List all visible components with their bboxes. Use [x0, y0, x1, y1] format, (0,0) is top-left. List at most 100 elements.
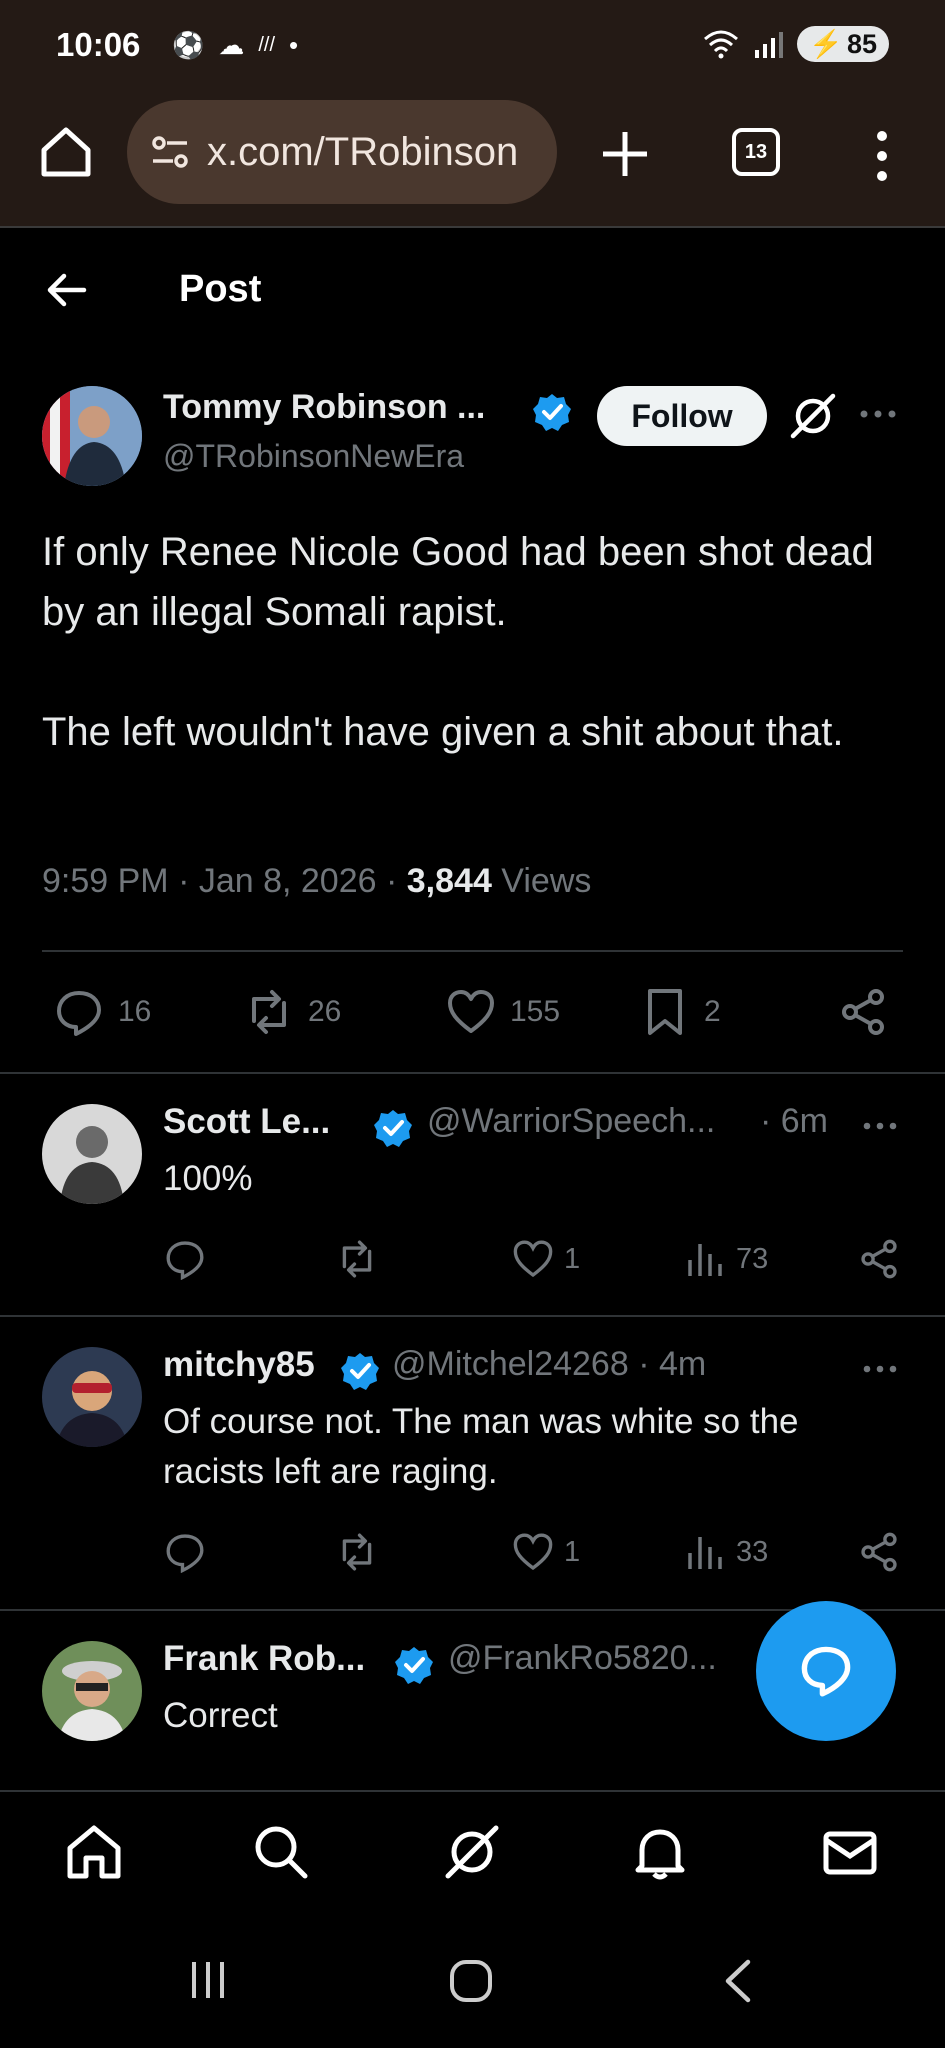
- reply-avatar[interactable]: [42, 1104, 142, 1204]
- grok-icon[interactable]: [440, 1820, 504, 1884]
- grok-icon[interactable]: [787, 390, 839, 442]
- author-handle[interactable]: @TRobinsonNewEra: [163, 438, 464, 475]
- more-options-icon[interactable]: [862, 1359, 898, 1379]
- reply-author-name[interactable]: mitchy85: [163, 1345, 315, 1385]
- reply-time: · 6m: [760, 1102, 828, 1140]
- bottom-navigation: [0, 1790, 945, 1920]
- reply-author-handle[interactable]: @Mitchel24268 · 4m: [392, 1345, 706, 1384]
- views-button[interactable]: 73: [684, 1238, 768, 1280]
- author-avatar[interactable]: [42, 386, 142, 486]
- post-actions: 16 26 155 2: [0, 962, 945, 1062]
- charging-icon: ⚡: [809, 29, 843, 59]
- reply-avatar[interactable]: [42, 1641, 142, 1741]
- heart-icon: [513, 1240, 553, 1278]
- like-button[interactable]: 155: [446, 962, 560, 1062]
- follow-button[interactable]: Follow: [597, 386, 767, 446]
- verified-badge-icon: [395, 1647, 433, 1684]
- system-navigation: [0, 1920, 945, 2048]
- system-home-icon[interactable]: [448, 1958, 494, 2004]
- messages-envelope-icon[interactable]: [818, 1820, 882, 1884]
- new-tab-icon[interactable]: [597, 126, 653, 182]
- bookmark-button[interactable]: 2: [640, 962, 721, 1062]
- dot-icon: •: [289, 30, 299, 60]
- reply-button[interactable]: [164, 1531, 206, 1573]
- post-timestamp[interactable]: 9:59 PM · Jan 8, 2026 ·: [42, 862, 407, 900]
- reply-author-handle[interactable]: @FrankRo5820...: [448, 1639, 717, 1678]
- site-settings-icon[interactable]: [145, 127, 195, 177]
- reply-item[interactable]: mitchy85 @Mitchel24268 · 4m Of course no…: [0, 1317, 945, 1607]
- address-bar[interactable]: x.com/TRobinson: [127, 100, 557, 204]
- share-button[interactable]: [838, 962, 888, 1062]
- browser-chrome: 10:06 ⚽ ☁ /// • ⚡ 85 x.com/TRobinson 13: [0, 0, 945, 228]
- reply-author-name[interactable]: Scott Le...: [163, 1102, 330, 1142]
- author-name[interactable]: Tommy Robinson ...: [163, 388, 485, 427]
- status-bar: 10:06 ⚽ ☁ /// • ⚡ 85: [0, 0, 945, 96]
- status-right: ⚡ 85: [703, 26, 889, 62]
- reply-icon: [801, 1646, 851, 1697]
- avatar-image: [42, 386, 142, 486]
- heart-icon: [448, 990, 494, 1033]
- analytics-icon: [688, 1537, 722, 1569]
- avatar-image: [42, 1347, 142, 1447]
- search-icon[interactable]: [249, 1820, 313, 1884]
- compose-reply-button[interactable]: [756, 1601, 896, 1741]
- reply-item[interactable]: Scott Le... @WarriorSpeech... · 6m 100% …: [0, 1074, 945, 1314]
- reply-author-handle[interactable]: @WarriorSpeech...: [427, 1102, 715, 1141]
- repost-icon: [342, 1240, 372, 1278]
- reply-icon: [166, 1534, 204, 1573]
- reply-icon: [166, 1241, 204, 1280]
- like-button[interactable]: 1: [512, 1531, 580, 1573]
- system-back-icon[interactable]: [718, 1958, 758, 2004]
- reply-button[interactable]: [164, 1238, 206, 1280]
- url-row: x.com/TRobinson 13: [0, 100, 945, 210]
- reply-text: 100%: [163, 1159, 253, 1198]
- reply-count: 16: [118, 995, 152, 1028]
- share-icon: [842, 989, 884, 1035]
- reply-text: Of course not. The man was white so the …: [163, 1402, 799, 1491]
- more-options-icon[interactable]: [862, 1116, 898, 1136]
- like-count: 1: [564, 1242, 581, 1275]
- bookmark-count: 2: [704, 995, 721, 1028]
- share-button[interactable]: [858, 1531, 900, 1573]
- views-count: 33: [736, 1535, 769, 1568]
- verified-badge-icon: [341, 1353, 379, 1390]
- soccer-ball-icon: ⚽: [172, 30, 205, 60]
- back-arrow-icon[interactable]: [44, 268, 88, 312]
- status-time: 10:06: [56, 26, 141, 63]
- status-icons: ⚽ ☁ /// •: [172, 30, 298, 61]
- post-header: Post: [0, 228, 945, 352]
- divider: [42, 950, 903, 952]
- url-text[interactable]: x.com/TRobinson: [207, 130, 518, 175]
- reply-avatar[interactable]: [42, 1347, 142, 1447]
- repost-button[interactable]: [336, 1238, 378, 1280]
- views-button[interactable]: 33: [684, 1531, 768, 1573]
- browser-menu-icon[interactable]: [868, 128, 896, 184]
- post-meta: 9:59 PM · Jan 8, 2026 · 3,844 Views: [42, 862, 591, 901]
- browser-home-icon[interactable]: [36, 122, 96, 182]
- notifications-bell-icon[interactable]: [628, 1820, 692, 1884]
- tab-switcher-button[interactable]: 13: [732, 128, 780, 176]
- home-icon[interactable]: [62, 1820, 126, 1884]
- verified-badge-icon: [533, 394, 571, 431]
- views-count: 73: [736, 1242, 769, 1275]
- like-button[interactable]: 1: [512, 1238, 580, 1280]
- repost-count: 26: [308, 995, 342, 1028]
- avatar-image: [42, 1641, 142, 1741]
- share-icon: [861, 1532, 897, 1572]
- post-text: If only Renee Nicole Good had been shot …: [42, 530, 874, 754]
- repost-button[interactable]: [336, 1531, 378, 1573]
- reply-author-name[interactable]: Frank Rob...: [163, 1639, 365, 1679]
- repost-button[interactable]: 26: [244, 962, 341, 1062]
- views-label: Views: [491, 862, 592, 900]
- verified-badge-icon: [374, 1110, 412, 1147]
- recent-apps-icon[interactable]: [186, 1958, 230, 2002]
- share-icon: [861, 1239, 897, 1279]
- bookmark-icon: [648, 989, 682, 1035]
- reply-button[interactable]: 16: [54, 962, 151, 1062]
- like-count: 155: [510, 995, 561, 1028]
- share-button[interactable]: [858, 1238, 900, 1280]
- repost-icon: [342, 1533, 372, 1571]
- battery-indicator: ⚡ 85: [797, 26, 889, 62]
- repost-icon: [252, 990, 286, 1034]
- more-options-icon[interactable]: [858, 404, 898, 424]
